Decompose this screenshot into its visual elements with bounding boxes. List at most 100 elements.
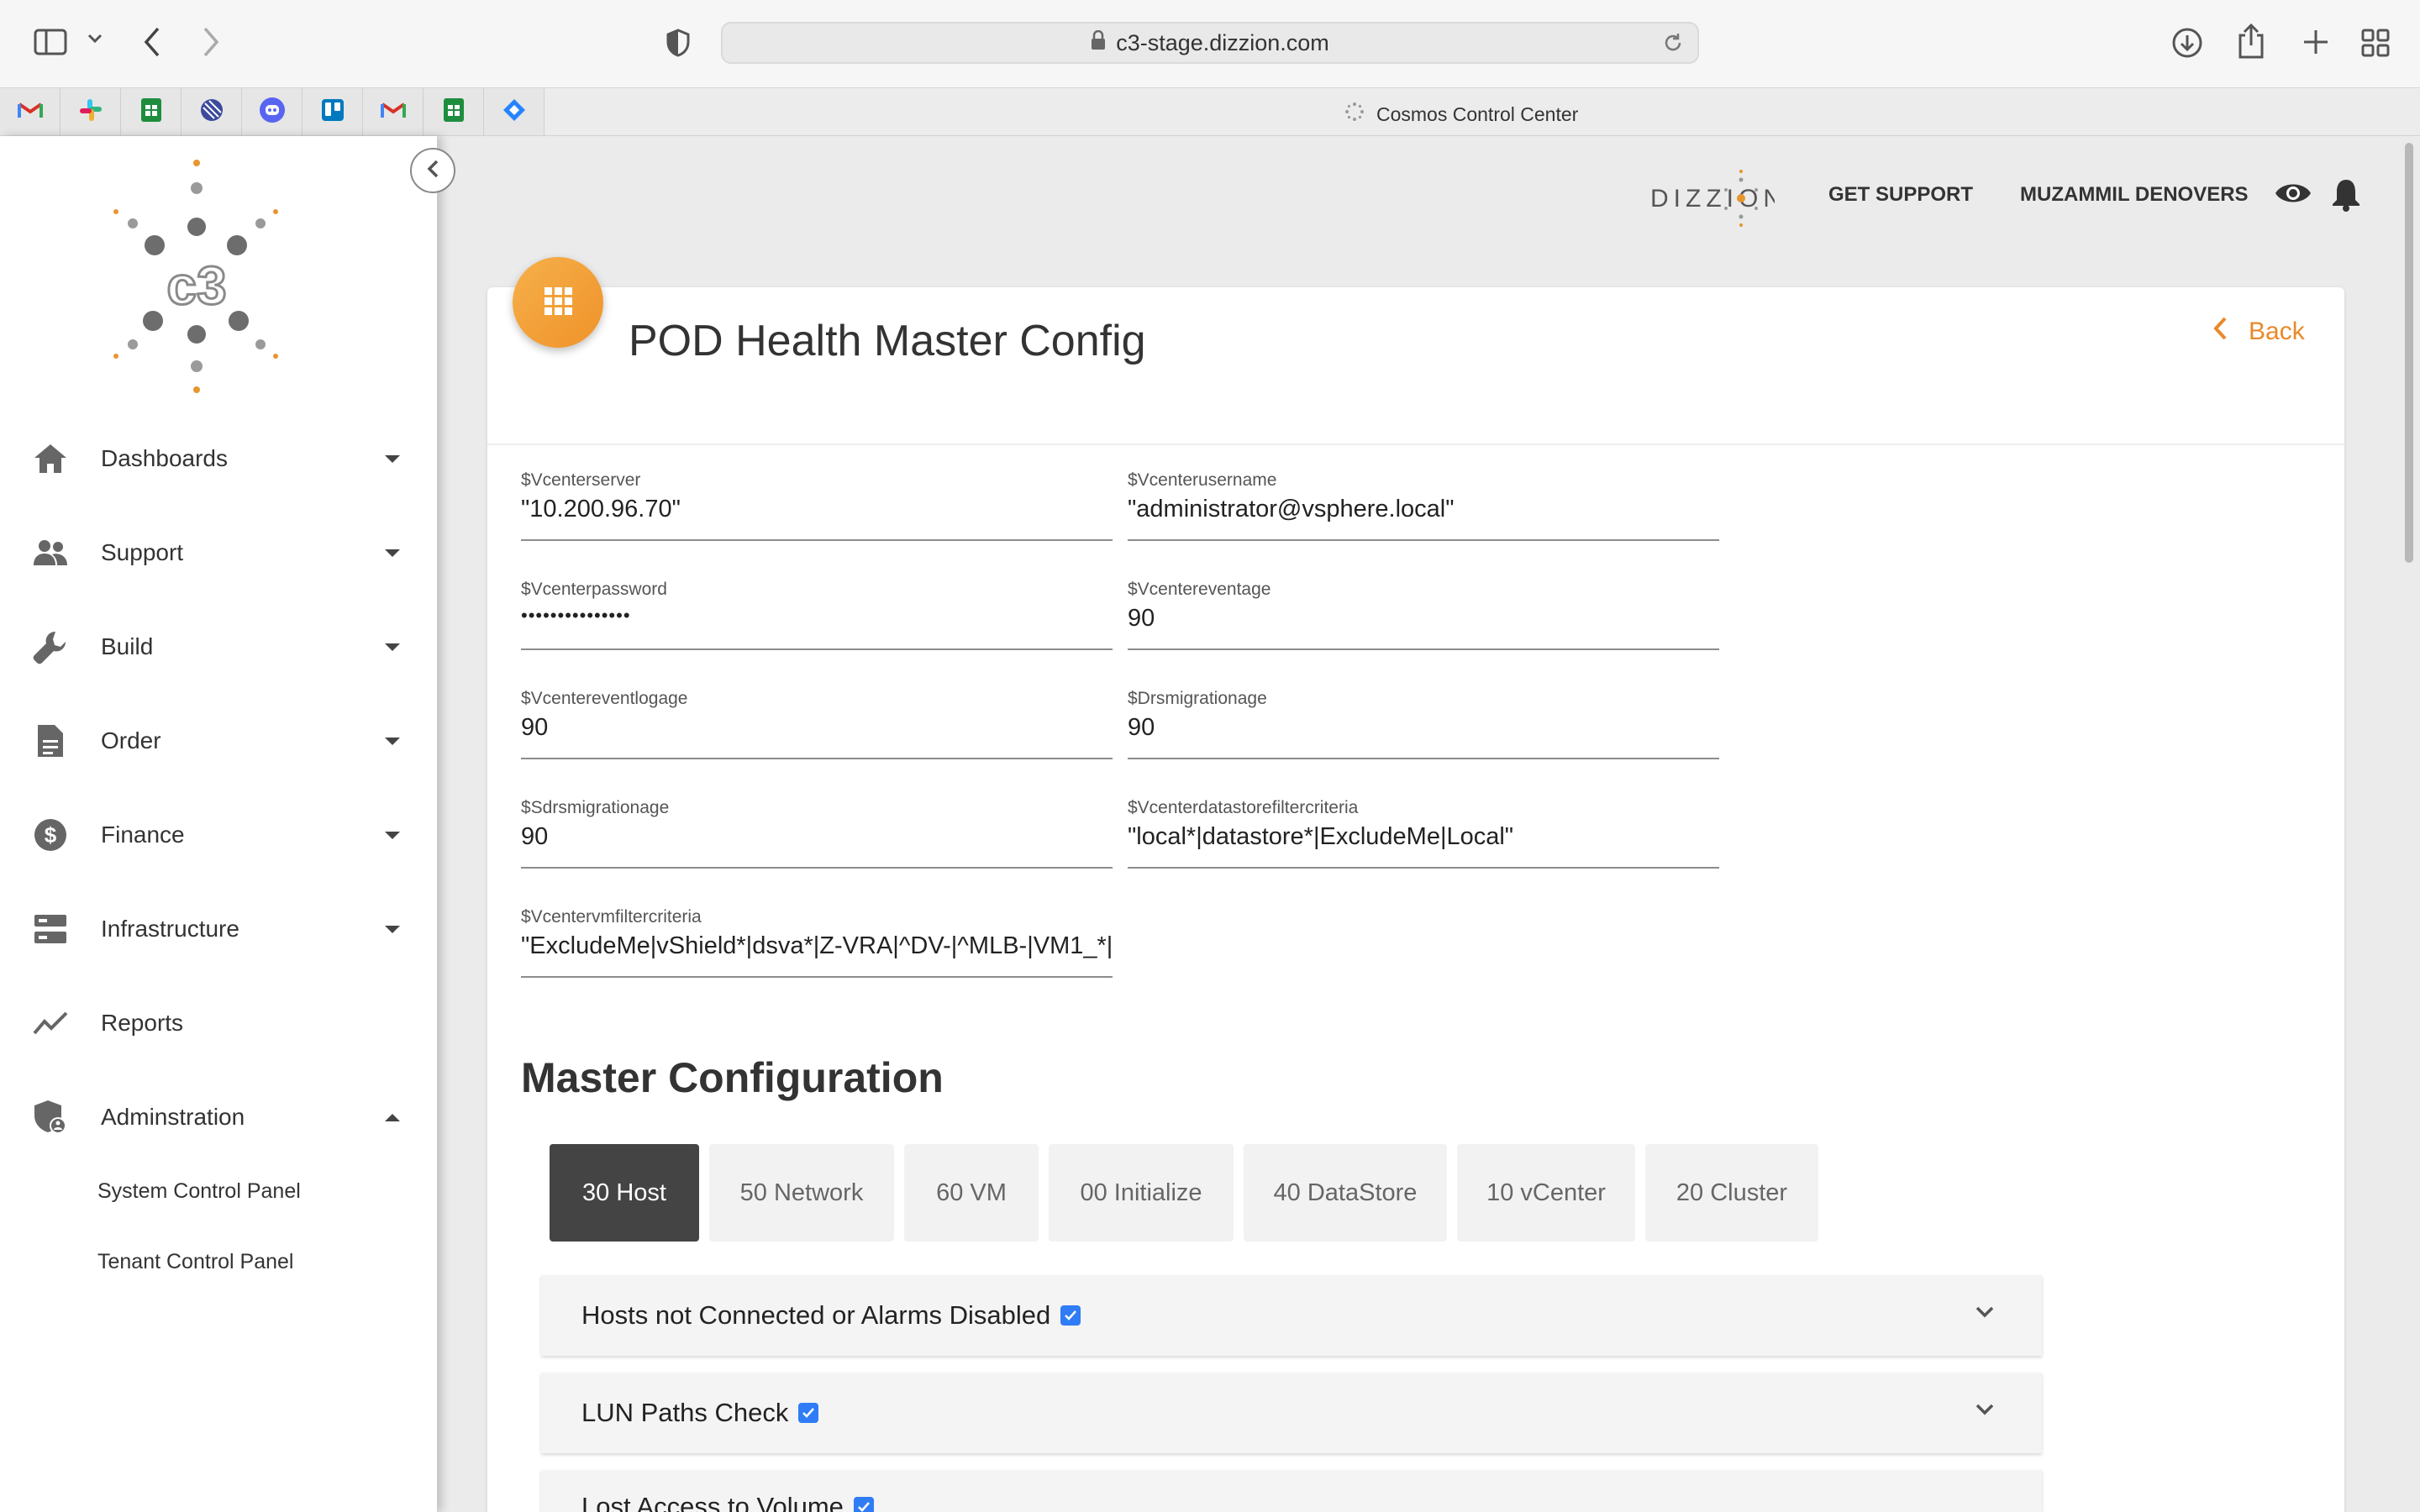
user-menu[interactable]: MUZAMMIL DENOVERS	[2020, 183, 2249, 207]
sidebar-item-label: Infrastructure	[101, 916, 239, 942]
pinned-tab-gmail[interactable]	[0, 88, 60, 135]
tab-10-vcenter[interactable]: 10 vCenter	[1457, 1144, 1635, 1242]
back-nav-icon[interactable]	[143, 27, 161, 57]
sidebar-item-dashboards[interactable]: Dashboards	[0, 425, 437, 492]
section-title: Master Configuration	[521, 1054, 944, 1101]
vcentereventlogage-input[interactable]: 90	[521, 714, 1113, 748]
download-icon[interactable]	[2171, 27, 2203, 59]
field-underline	[521, 539, 1113, 541]
home-icon	[30, 438, 71, 479]
new-tab-icon[interactable]	[2302, 29, 2329, 55]
slack-icon	[78, 97, 103, 127]
sidebar-item-finance[interactable]: $ Finance	[0, 801, 437, 869]
checkbox-checked[interactable]	[1060, 1305, 1081, 1326]
apps-grid-icon	[543, 286, 573, 320]
tab-00-initialize[interactable]: 00 Initialize	[1049, 1144, 1234, 1242]
pinned-tab-slack[interactable]	[60, 88, 121, 135]
url-bar[interactable]: c3-stage.dizzion.com	[721, 22, 1699, 64]
caret-down-icon	[385, 737, 400, 745]
field-drsmigrationage: $Drsmigrationage 90	[1128, 689, 1719, 781]
caret-up-icon	[385, 1113, 400, 1121]
accordion-title: Hosts not Connected or Alarms Disabled	[581, 1300, 1051, 1330]
card-divider	[487, 444, 2344, 445]
page-scrollbar[interactable]	[2400, 136, 2418, 1512]
sidebar-item-label: Adminstration	[101, 1104, 245, 1130]
field-underline	[521, 867, 1113, 869]
sidebar-item-infrastructure[interactable]: Infrastructure	[0, 895, 437, 963]
tab-strip: Cosmos Control Center	[0, 87, 2420, 136]
apps-grid-button[interactable]	[513, 257, 603, 348]
field-label: $Vcenterdatastorefiltercriteria	[1128, 798, 1359, 817]
sidebar-toggle-icon[interactable]	[34, 29, 67, 55]
vcenterpassword-input[interactable]: •••••••••••••••	[521, 605, 1113, 638]
caret-down-icon	[385, 549, 400, 557]
eye-icon[interactable]	[2274, 180, 2312, 211]
pinned-tab-sheets[interactable]	[121, 88, 182, 135]
caret-down-icon	[385, 831, 400, 839]
chevron-left-icon	[2212, 316, 2228, 348]
get-support-link[interactable]: GET SUPPORT	[1828, 183, 1973, 207]
pinned-tab-gmail-2[interactable]	[363, 88, 424, 135]
shield-icon[interactable]	[666, 29, 691, 57]
caret-down-icon	[385, 454, 400, 463]
accordion-label: Lost Access to Volume	[581, 1492, 874, 1512]
tab-30-host[interactable]: 30 Host	[550, 1144, 699, 1242]
sidebar-item-build[interactable]: Build	[0, 613, 437, 680]
tab-20-cluster[interactable]: 20 Cluster	[1645, 1144, 1818, 1242]
tab-40-datastore[interactable]: 40 DataStore	[1244, 1144, 1447, 1242]
vcenterusername-input[interactable]: "administrator@vsphere.local"	[1128, 496, 1719, 529]
dollar-icon: $	[30, 815, 71, 855]
tab-60-vm[interactable]: 60 VM	[904, 1144, 1039, 1242]
tab-title-text: Cosmos Control Center	[1376, 102, 1579, 125]
pinned-tab-jira[interactable]	[484, 88, 544, 135]
field-underline	[1128, 867, 1719, 869]
sidebar-item-label: Reports	[101, 1010, 184, 1036]
svg-text:c3: c3	[166, 255, 226, 316]
page-title: POD Health Master Config	[629, 317, 1146, 365]
checkbox-checked[interactable]	[798, 1403, 819, 1423]
sidebar-item-support[interactable]: Support	[0, 519, 437, 586]
chevron-down-icon[interactable]	[1975, 1403, 1995, 1420]
accordion-title: Lost Access to Volume	[581, 1492, 844, 1512]
pinned-tab-sheets-2[interactable]	[424, 88, 484, 135]
sdrsmigrationage-input[interactable]: 90	[521, 823, 1113, 857]
vcentereventage-input[interactable]: 90	[1128, 605, 1719, 638]
field-vcenterdatastorefiltercriteria: $Vcenterdatastorefiltercriteria "local*|…	[1128, 798, 1719, 890]
admin-shield-icon	[30, 1097, 71, 1137]
back-button[interactable]: Back	[2212, 316, 2305, 348]
forward-nav-icon[interactable]	[202, 27, 220, 57]
chevron-down-icon[interactable]	[1975, 1305, 1995, 1323]
sidebar-item-label: Finance	[101, 822, 185, 848]
checkbox-checked[interactable]	[853, 1497, 874, 1512]
field-underline	[1128, 539, 1719, 541]
field-label: $Vcentereventlogage	[521, 689, 688, 708]
reload-icon[interactable]	[1662, 32, 1684, 60]
active-tab[interactable]: Cosmos Control Center	[1344, 102, 1578, 127]
accordion-hosts-not-connected[interactable]: Hosts not Connected or Alarms Disabled	[541, 1275, 2042, 1356]
sidebar-item-order[interactable]: Order	[0, 707, 437, 774]
field-vcentereventage: $Vcentereventage 90	[1128, 580, 1719, 672]
scrollbar-thumb[interactable]	[2405, 143, 2413, 563]
pinned-tab-linear[interactable]	[182, 88, 242, 135]
collapse-sidebar-button[interactable]	[410, 148, 455, 193]
vcenterserver-input[interactable]: "10.200.96.70"	[521, 496, 1113, 529]
accordion-lost-access-to-volume[interactable]: Lost Access to Volume	[541, 1470, 2042, 1512]
tab-50-network[interactable]: 50 Network	[709, 1144, 894, 1242]
field-vcentervmfiltercriteria: $Vcentervmfiltercriteria "ExcludeMe|vShi…	[521, 907, 1113, 1000]
chevron-down-icon[interactable]	[87, 34, 103, 44]
sidebar-subitem-system-control-panel[interactable]: System Control Panel	[97, 1179, 301, 1204]
discord-icon	[259, 97, 286, 128]
pinned-tab-discord[interactable]	[242, 88, 302, 135]
vcenterdatastorefiltercriteria-input[interactable]: "local*|datastore*|ExcludeMe|Local"	[1128, 823, 1719, 857]
pinned-tab-trello[interactable]	[302, 88, 363, 135]
sidebar-item-administration[interactable]: Adminstration	[0, 1084, 437, 1151]
share-icon[interactable]	[2237, 24, 2265, 59]
sidebar-subitem-tenant-control-panel[interactable]: Tenant Control Panel	[97, 1250, 293, 1274]
sidebar-item-reports[interactable]: Reports	[0, 990, 437, 1057]
vcentervmfiltercriteria-input[interactable]: "ExcludeMe|vShield*|dsva*|Z-VRA|^DV-|^ML…	[521, 932, 1113, 966]
drsmigrationage-input[interactable]: 90	[1128, 714, 1719, 748]
bell-icon[interactable]	[2331, 176, 2361, 216]
accordion-lun-paths-check[interactable]: LUN Paths Check	[541, 1373, 2042, 1453]
accordion-label: LUN Paths Check	[581, 1398, 819, 1428]
tab-overview-icon[interactable]	[2361, 29, 2390, 57]
